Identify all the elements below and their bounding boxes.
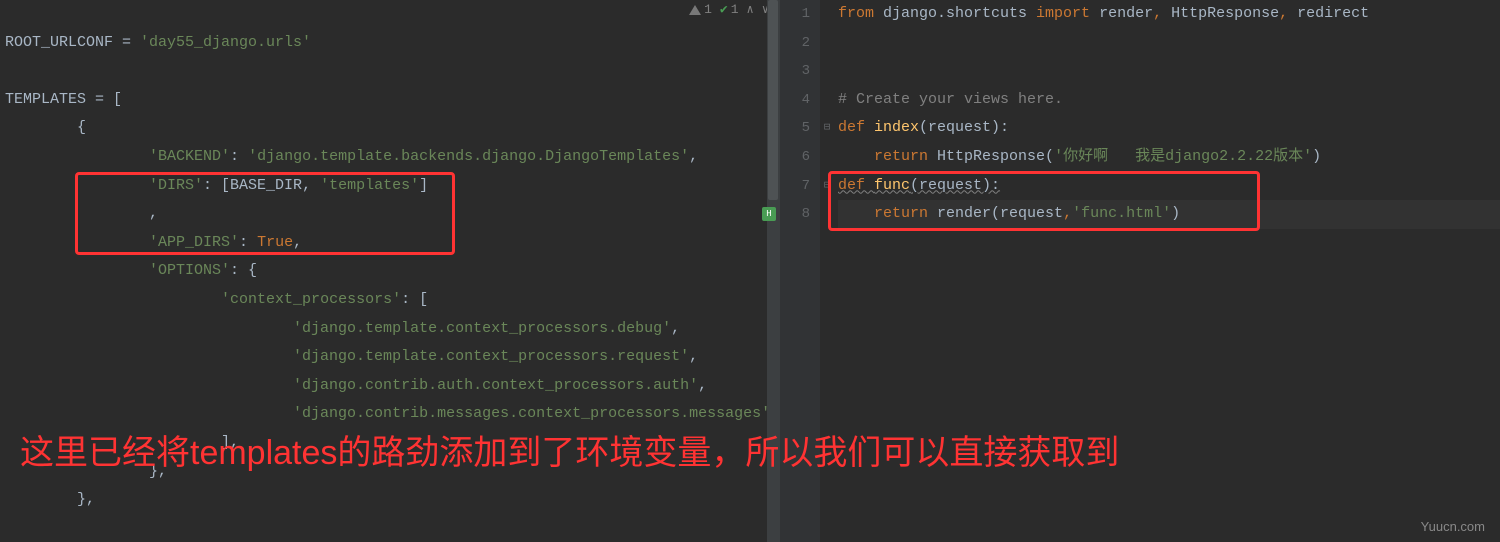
code-token: : [ bbox=[401, 291, 428, 308]
code-token: 'context_processors' bbox=[221, 291, 401, 308]
code-token: , bbox=[689, 348, 698, 365]
code-token: , bbox=[293, 234, 302, 251]
line-number[interactable]: 7 bbox=[780, 172, 820, 201]
code-line[interactable]: 'django.template.context_processors.requ… bbox=[5, 343, 779, 372]
code-token: 'templates' bbox=[320, 177, 419, 194]
code-token: : [BASE_DIR, bbox=[203, 177, 320, 194]
code-token bbox=[838, 205, 874, 222]
html-file-gutter-icon[interactable]: H bbox=[762, 207, 776, 221]
code-line[interactable] bbox=[5, 57, 779, 86]
code-token: 'django.contrib.auth.context_processors.… bbox=[293, 377, 698, 394]
fold-toggle-icon[interactable]: ⊟ bbox=[820, 120, 834, 134]
code-token: TEMPLATES = [ bbox=[5, 91, 122, 108]
code-token: 'django.template.context_processors.requ… bbox=[293, 348, 689, 365]
code-token: { bbox=[77, 119, 86, 136]
code-line[interactable]: return HttpResponse('你好啊 我是django2.2.22版… bbox=[838, 143, 1500, 172]
code-line[interactable]: return render(request,'func.html') bbox=[838, 200, 1500, 229]
code-token: 'django.template.context_processors.debu… bbox=[293, 320, 671, 337]
code-token: : bbox=[230, 148, 248, 165]
code-token: django.shortcuts bbox=[883, 5, 1036, 22]
code-token: 'OPTIONS' bbox=[149, 262, 230, 279]
code-token: , bbox=[671, 320, 680, 337]
code-token: , bbox=[1279, 5, 1297, 22]
code-line[interactable]: def func(request): bbox=[838, 172, 1500, 201]
code-line[interactable]: 'APP_DIRS': True, bbox=[5, 229, 779, 258]
code-line[interactable]: , bbox=[5, 200, 779, 229]
code-token: render(request bbox=[937, 205, 1063, 222]
code-line[interactable] bbox=[838, 29, 1500, 58]
code-token: '你好啊 我是django2.2.22版本' bbox=[1054, 148, 1312, 165]
code-token: : bbox=[239, 234, 257, 251]
code-token: HttpResponse( bbox=[937, 148, 1054, 165]
code-token: ROOT_URLCONF = bbox=[5, 34, 140, 51]
code-token: 'django.contrib.messages.context_process… bbox=[293, 405, 770, 422]
code-line[interactable]: # Create your views here. bbox=[838, 86, 1500, 115]
code-token: # Create your views here. bbox=[838, 91, 1063, 108]
code-token: import bbox=[1036, 5, 1099, 22]
code-line[interactable] bbox=[5, 0, 779, 29]
code-token: render bbox=[1099, 5, 1153, 22]
code-token: , bbox=[1153, 5, 1171, 22]
code-token: def bbox=[838, 119, 874, 136]
line-number[interactable]: 6 bbox=[780, 143, 820, 172]
code-line[interactable]: 'django.template.context_processors.debu… bbox=[5, 315, 779, 344]
code-line[interactable]: from django.shortcuts import render, Htt… bbox=[838, 0, 1500, 29]
line-number[interactable]: 3 bbox=[780, 57, 820, 86]
annotation-text: 这里已经将templates的路劲添加到了环境变量，所以我们可以直接获取到 bbox=[20, 425, 1119, 474]
line-number[interactable]: 4 bbox=[780, 86, 820, 115]
code-line[interactable] bbox=[838, 57, 1500, 86]
code-line[interactable]: 'django.contrib.auth.context_processors.… bbox=[5, 372, 779, 401]
code-token: ) bbox=[1171, 205, 1180, 222]
code-line[interactable]: }, bbox=[5, 486, 779, 515]
code-token: : { bbox=[230, 262, 257, 279]
line-number[interactable]: 8H bbox=[780, 200, 820, 229]
code-token: , bbox=[698, 377, 707, 394]
code-token: , bbox=[689, 148, 698, 165]
code-token: def bbox=[838, 177, 874, 194]
code-token: from bbox=[838, 5, 883, 22]
code-token: 'BACKEND' bbox=[149, 148, 230, 165]
fold-toggle-icon[interactable]: ⊟ bbox=[820, 178, 834, 192]
code-token: 'day55_django.urls' bbox=[140, 34, 311, 51]
code-token: , bbox=[149, 205, 158, 222]
code-token: return bbox=[874, 148, 937, 165]
code-token: True bbox=[257, 234, 293, 251]
code-token: 'django.template.backends.django.DjangoT… bbox=[248, 148, 689, 165]
line-number[interactable]: 1 bbox=[780, 0, 820, 29]
scrollbar-thumb[interactable] bbox=[768, 0, 778, 200]
code-line[interactable]: 'OPTIONS': { bbox=[5, 257, 779, 286]
code-token: 'DIRS' bbox=[149, 177, 203, 194]
code-line[interactable]: def index(request): bbox=[838, 114, 1500, 143]
code-token: ) bbox=[1312, 148, 1321, 165]
code-token: return bbox=[874, 205, 937, 222]
code-line[interactable]: 'DIRS': [BASE_DIR, 'templates'] bbox=[5, 172, 779, 201]
code-token: 'APP_DIRS' bbox=[149, 234, 239, 251]
code-token: func bbox=[874, 177, 910, 194]
code-token: }, bbox=[77, 491, 95, 508]
code-token: redirect bbox=[1297, 5, 1369, 22]
code-token: (request): bbox=[910, 177, 1000, 194]
code-line[interactable]: { bbox=[5, 114, 779, 143]
code-token bbox=[838, 148, 874, 165]
line-number[interactable]: 5 bbox=[780, 114, 820, 143]
code-line[interactable]: TEMPLATES = [ bbox=[5, 86, 779, 115]
code-token: , bbox=[1063, 205, 1072, 222]
code-line[interactable]: 'BACKEND': 'django.template.backends.dja… bbox=[5, 143, 779, 172]
code-token: HttpResponse bbox=[1171, 5, 1279, 22]
code-token: ] bbox=[419, 177, 428, 194]
code-token: index bbox=[874, 119, 919, 136]
code-token: 'func.html' bbox=[1072, 205, 1171, 222]
watermark: Yuucn.com bbox=[1421, 519, 1485, 534]
code-line[interactable]: 'context_processors': [ bbox=[5, 286, 779, 315]
code-token: (request): bbox=[919, 119, 1009, 136]
code-line[interactable]: ROOT_URLCONF = 'day55_django.urls' bbox=[5, 29, 779, 58]
line-number[interactable]: 2 bbox=[780, 29, 820, 58]
